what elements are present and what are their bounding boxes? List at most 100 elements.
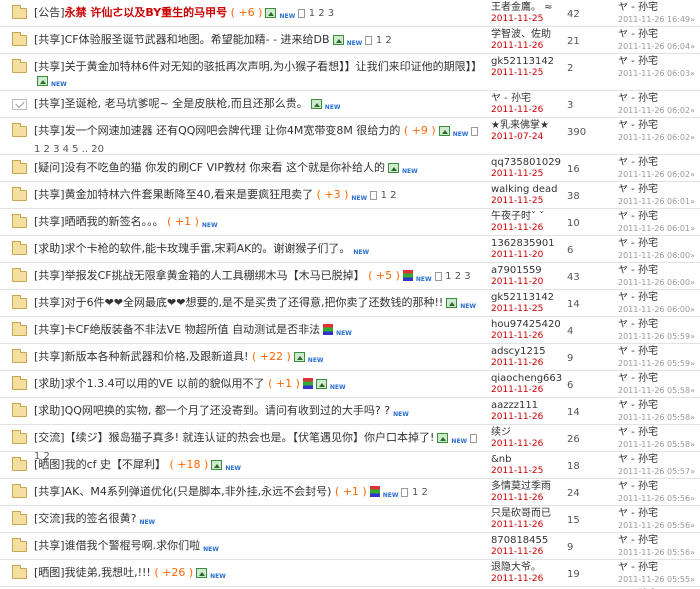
last-reply-user[interactable]: ヤ - 孙宅 (618, 238, 658, 249)
thread-title-link[interactable]: 我徒弟,我想吐,!!! (65, 566, 151, 579)
thread-category[interactable]: [共享] (34, 296, 65, 309)
thread-category[interactable]: [求助] (34, 242, 65, 255)
table-row[interactable]: [求助]求个1.3.4可以用的VE 以前的貌似用不了 ( +1 ) NEW qiao… (0, 371, 700, 398)
author-name[interactable]: ★乳来佛掌★ (491, 120, 549, 131)
last-reply-user[interactable]: ヤ - 孙宅 (618, 481, 658, 492)
table-row[interactable]: [交流]我的签名很黄? NEW 只是砍哥而已 2011-11-26 15 ヤ - 孙宅 20… (0, 506, 700, 533)
thread-category[interactable]: [共享] (34, 323, 65, 336)
author-name[interactable]: 退隐大爷。 (491, 562, 541, 573)
thread-title-link[interactable]: 举报发CF挑战无限拿黄金箱的人工具稝绑木马【木马已脱掉】 (65, 269, 365, 282)
table-row[interactable]: [共享]举报发CF挑战无限拿黄金箱的人工具稝绑木马【木马已脱掉】 ( +5 ) N… (0, 263, 700, 290)
last-reply-user[interactable]: ヤ - 孙宅 (618, 292, 658, 303)
thread-category[interactable]: [共享] (34, 60, 65, 73)
author-name[interactable]: qiaocheng663 (491, 373, 562, 384)
last-reply-user[interactable]: ヤ - 孙宅 (618, 211, 658, 222)
last-reply-date[interactable]: 2011-11-26 05:55» (618, 574, 700, 585)
last-reply-user[interactable]: ヤ - 孙宅 (618, 56, 658, 67)
last-reply-date[interactable]: 2011-11-26 05:59» (618, 358, 700, 369)
table-row[interactable]: [共享]关于黄金加特林6件对无知的骇抵再次声明,为小猴子看想】】让我们来印证他的… (0, 54, 700, 91)
author-name[interactable]: 午夜子时ˇ ˇ (491, 211, 544, 222)
thread-title-link[interactable]: 谁借我个警棍号啊.求你们啦 (65, 539, 201, 552)
thread-title-link[interactable]: 永禁 许仙ㄜ以及BY重生的马甲号 (65, 6, 228, 19)
thread-title-link[interactable]: 卡CF绝版装备不非法VE 物超所值 自动测试是否非法 (65, 323, 320, 336)
author-name[interactable]: a7901559 (491, 265, 542, 276)
author-name[interactable]: 续ジ (491, 427, 511, 438)
last-reply-date[interactable]: 2011-11-26 06:02» (618, 169, 700, 180)
table-row[interactable]: [晒图]我的cf 史【不犀利】 ( +18 ) NEW &nb 2011-11-25 1… (0, 452, 700, 479)
table-row[interactable]: [共享]对于6件❤❤全网最底❤❤想要的,是不是买贵了还得意,把你卖了还数钱的那种… (0, 290, 700, 317)
thread-title-link[interactable]: 没有不吃鱼的猫 你发的刷CF VIP教材 你来看 这个就是你补给人的 (65, 161, 385, 174)
page-links[interactable]: 1 2 (381, 190, 397, 201)
last-reply-date[interactable]: 2011-11-26 05:56» (618, 520, 700, 531)
last-reply-date[interactable]: 2011-11-26 06:01» (618, 196, 700, 207)
thread-title-link[interactable]: 新版本各种新武器和价格,及跟新道具! (65, 350, 249, 363)
thread-title-link[interactable]: 我的签名很黄? (65, 512, 137, 525)
thread-category[interactable]: [共享] (34, 215, 65, 228)
last-reply-user[interactable]: ヤ - 孙宅 (618, 319, 658, 330)
last-reply-date[interactable]: 2011-11-26 05:56» (618, 493, 700, 504)
last-reply-date[interactable]: 2011-11-26 06:04» (618, 41, 700, 52)
author-name[interactable]: 870818455 (491, 535, 548, 546)
last-reply-date[interactable]: 2011-11-26 06:00» (618, 304, 700, 315)
last-reply-user[interactable]: ヤ - 孙宅 (618, 427, 658, 438)
thread-category[interactable]: [交流] (34, 512, 65, 525)
author-name[interactable]: gk52113142 (491, 292, 554, 303)
table-row[interactable]: [共享]CF体验服圣诞节武器和地图。希望能加精- - 进来给DB NEW 1 2 学… (0, 27, 700, 54)
last-reply-user[interactable]: ヤ - 孙宅 (618, 508, 658, 519)
thread-category[interactable]: [晒图] (34, 566, 65, 579)
author-name[interactable]: aazzz111 (491, 400, 538, 411)
table-row[interactable]: [共享]发一个网速加速器 还有QQ网吧会牌代理 让你4M宽带变8M 很给力的 (… (0, 118, 700, 155)
last-reply-user[interactable]: ヤ - 孙宅 (618, 562, 658, 573)
thread-title-link[interactable]: AK、M4系列弹道优化(只是脚本,非外挂,永远不会封号) (65, 485, 332, 498)
table-row[interactable]: [求助]求个卡枪的软件,能卡玫瑰手雷,宋莉AK的。谢谢猴子们了。 NEW 13628… (0, 236, 700, 263)
last-reply-date[interactable]: 2011-11-26 06:02» (618, 105, 700, 116)
last-reply-date[interactable]: 2011-11-26 05:58» (618, 412, 700, 423)
thread-category[interactable]: [公告] (34, 6, 65, 19)
page-links[interactable]: 1 2 (412, 487, 428, 498)
table-row[interactable]: [共享]卡CF绝版装备不非法VE 物超所值 自动测试是否非法 NEW hou9742… (0, 317, 700, 344)
table-row[interactable]: [共享]AK、M4系列弹道优化(只是脚本,非外挂,永远不会封号) ( +1 ) N… (0, 479, 700, 506)
last-reply-user[interactable]: ヤ - 孙宅 (618, 400, 658, 411)
thread-category[interactable]: [求助] (34, 404, 65, 417)
thread-category[interactable]: [交流] (34, 431, 65, 444)
table-row[interactable]: [共享]新版本各种新武器和价格,及跟新道具! ( +22 ) NEW adscy12… (0, 344, 700, 371)
table-row[interactable]: [共享]谁借我个警棍号啊.求你们啦 NEW 870818455 2011-11-26 9… (0, 533, 700, 560)
last-reply-date[interactable]: 2011-11-26 05:56» (618, 547, 700, 558)
thread-category[interactable]: [求助] (34, 377, 65, 390)
author-name[interactable]: 王者金鷹。 ≈ (491, 2, 553, 13)
author-name[interactable]: ヤ - 孙宅 (491, 93, 531, 104)
table-row[interactable]: [求助]QQ网吧换的实物, 都一个月了还没寄到。请问有收到过的大手吗? ? NEW… (0, 398, 700, 425)
thread-title-link[interactable]: 【续ジ】猴岛猫子真多! 就连认证的热会也是。【伏笔遇见你】你户口本掉了! (65, 431, 435, 444)
author-name[interactable]: 1362835901 (491, 238, 555, 249)
thread-title-link[interactable]: 发一个网速加速器 还有QQ网吧会牌代理 让你4M宽带变8M 很给力的 (65, 124, 401, 137)
last-reply-date[interactable]: 2011-11-26 05:57» (618, 466, 700, 477)
page-links[interactable]: 1 2 3 (309, 8, 334, 19)
page-links[interactable]: 1 2 3 (445, 271, 470, 282)
last-reply-date[interactable]: 2011-11-26 06:00» (618, 277, 700, 288)
author-name[interactable]: adscy1215 (491, 346, 546, 357)
table-row[interactable]: [共享]圣诞枪, 老马坑爹呢~ 全是皮肤枪,而且还那么贵。 NEW ヤ - 孙宅 20… (0, 91, 700, 118)
last-reply-user[interactable]: ヤ - 孙宅 (618, 454, 658, 465)
last-reply-date[interactable]: 2011-11-26 16:49» (618, 14, 700, 25)
last-reply-user[interactable]: ヤ - 孙宅 (618, 373, 658, 384)
thread-category[interactable]: [共享] (34, 269, 65, 282)
last-reply-date[interactable]: 2011-11-26 06:02» (618, 132, 700, 143)
last-reply-user[interactable]: ヤ - 孙宅 (618, 2, 658, 13)
page-links[interactable]: 1 2 3 4 5 .. 20 (34, 144, 104, 155)
table-row[interactable]: [交流]【续ジ】猴岛猫子真多! 就连认证的热会也是。【伏笔遇见你】你户口本掉了!… (0, 425, 700, 462)
thread-title-link[interactable]: 关于黄金加特林6件对无知的骇抵再次声明,为小猴子看想】】让我们来印证他的期限】】 (65, 60, 483, 73)
author-name[interactable]: 学智波、佐助 (491, 29, 551, 40)
thread-category[interactable]: [共享] (34, 188, 65, 201)
last-reply-date[interactable]: 2011-11-26 06:00» (618, 250, 700, 261)
last-reply-user[interactable]: ヤ - 孙宅 (618, 535, 658, 546)
thread-category[interactable]: [疑问] (34, 161, 65, 174)
thread-category[interactable]: [共享] (34, 485, 65, 498)
thread-title-link[interactable]: 晒晒我的新签名。。。 (65, 215, 164, 228)
thread-category[interactable]: [共享] (34, 124, 65, 137)
last-reply-user[interactable]: ヤ - 孙宅 (618, 157, 658, 168)
thread-title-link[interactable]: 圣诞枪, 老马坑爹呢~ 全是皮肤枪,而且还那么贵。 (65, 97, 308, 110)
last-reply-user[interactable]: ヤ - 孙宅 (618, 120, 658, 131)
thread-category[interactable]: [共享] (34, 33, 65, 46)
author-name[interactable]: hou97425420 (491, 319, 561, 330)
last-reply-user[interactable]: ヤ - 孙宅 (618, 265, 658, 276)
